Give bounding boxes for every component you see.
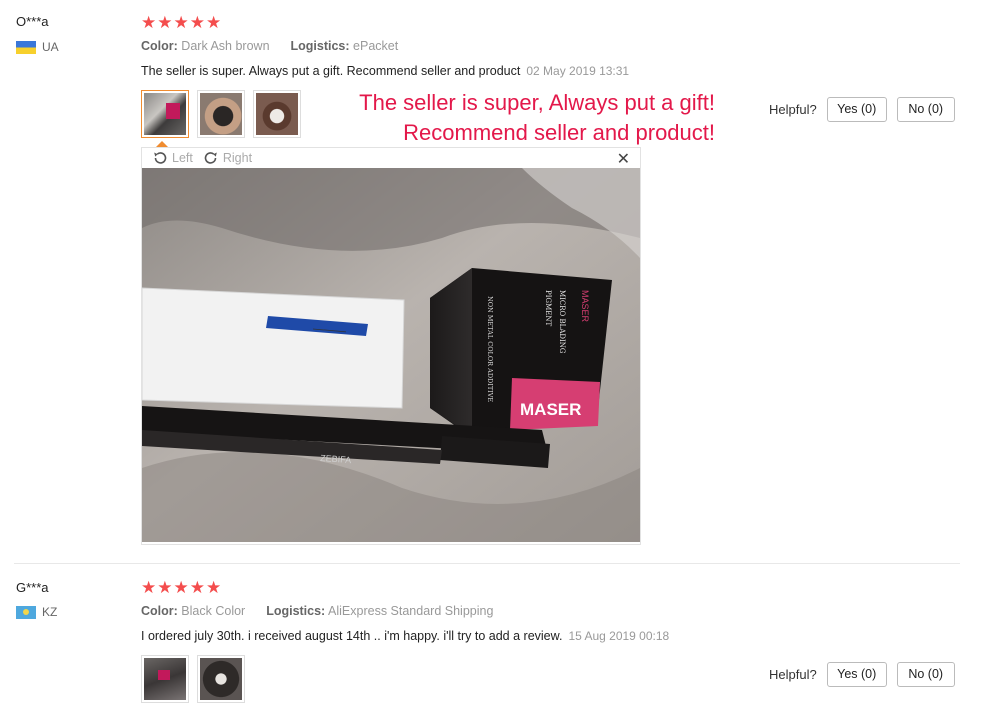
box-vertical-text: NON METAL COLOR ADDITIVE <box>486 296 494 402</box>
helpful-no-button[interactable]: No (0) <box>896 662 955 687</box>
logistics-value: ePacket <box>353 39 399 53</box>
reviewer-country: KZ <box>16 605 57 619</box>
review-item: O***a UA ★★★★★ Color: Dark Ash brown Log… <box>0 0 981 565</box>
review-photo-thumb[interactable] <box>141 90 189 138</box>
caption-line-1: The seller is super, Always put a gift! <box>359 90 715 115</box>
helpful-vote: Helpful? Yes (0) No (0) <box>769 662 955 687</box>
review-photo-large: ――― MASER MASER MICRO BLADING PIGMENT NO… <box>142 168 640 542</box>
review-thumbnails <box>141 90 301 138</box>
logistics-label: Logistics: <box>290 39 350 53</box>
review-meta: Color: Dark Ash brown Logistics: ePacket <box>141 39 398 53</box>
country-code: UA <box>42 40 59 54</box>
review-photo-thumb[interactable] <box>197 90 245 138</box>
close-icon[interactable]: ✕ <box>617 149 630 169</box>
helpful-no-button[interactable]: No (0) <box>896 97 955 122</box>
logistics-value: AliExpress Standard Shipping <box>328 604 494 618</box>
rotate-left-button[interactable]: Left <box>152 150 193 166</box>
star-rating: ★★★★★ <box>141 578 223 597</box>
helpful-yes-button[interactable]: Yes (0) <box>826 97 887 122</box>
helpful-yes-button[interactable]: Yes (0) <box>826 662 887 687</box>
reviewer-country: UA <box>16 40 59 54</box>
helpful-label: Helpful? <box>769 667 817 682</box>
photo-caption-overlay: The seller is super, Always put a gift! … <box>310 88 715 148</box>
photo-viewer: Left Right ✕ ――― MASER MASER MICRO BLADI… <box>141 147 641 545</box>
review-body: The seller is super. Always put a gift. … <box>141 64 521 78</box>
review-text: The seller is super. Always put a gift. … <box>141 64 629 78</box>
rotate-right-label: Right <box>222 151 253 165</box>
kazakhstan-flag-icon <box>16 605 36 619</box>
review-item: G***a KZ ★★★★★ Color: Black Color Logist… <box>0 565 981 717</box>
review-thumbnails <box>141 655 245 703</box>
color-value: Black Color <box>181 604 246 618</box>
box-brand-vertical: MASER <box>580 290 590 323</box>
rotate-right-icon <box>204 152 217 164</box>
reviewer-name: O***a <box>16 14 49 29</box>
reviewer-name: G***a <box>16 580 49 595</box>
helpful-label: Helpful? <box>769 102 817 117</box>
rotate-left-icon <box>154 152 167 164</box>
ukraine-flag-icon <box>16 40 36 54</box>
rotate-right-button[interactable]: Right <box>203 150 252 166</box>
rotate-left-label: Left <box>172 151 193 165</box>
box-text-1: MICRO BLADING <box>558 290 566 354</box>
review-meta: Color: Black Color Logistics: AliExpress… <box>141 604 493 618</box>
country-code: KZ <box>42 605 58 619</box>
color-label: Color: <box>141 604 178 618</box>
review-photo-thumb[interactable] <box>197 655 245 703</box>
star-rating: ★★★★★ <box>141 13 223 32</box>
review-divider <box>14 563 960 564</box>
review-photo-thumb[interactable] <box>141 655 189 703</box>
review-text: I ordered july 30th. i received august 1… <box>141 629 669 643</box>
logistics-label: Logistics: <box>266 604 326 618</box>
helpful-vote: Helpful? Yes (0) No (0) <box>769 97 955 122</box>
review-body: I ordered july 30th. i received august 1… <box>141 629 563 643</box>
caption-line-2: Recommend seller and product! <box>403 120 715 145</box>
review-photo-thumb[interactable] <box>253 90 301 138</box>
color-value: Dark Ash brown <box>181 39 270 53</box>
review-date: 02 May 2019 13:31 <box>526 64 630 78</box>
box-text-2: PIGMENT <box>544 290 552 326</box>
color-label: Color: <box>141 39 178 53</box>
review-date: 15 Aug 2019 00:18 <box>568 629 670 643</box>
viewer-toolbar: Left Right ✕ <box>142 148 640 168</box>
box-brand-text: MASER <box>520 400 581 419</box>
